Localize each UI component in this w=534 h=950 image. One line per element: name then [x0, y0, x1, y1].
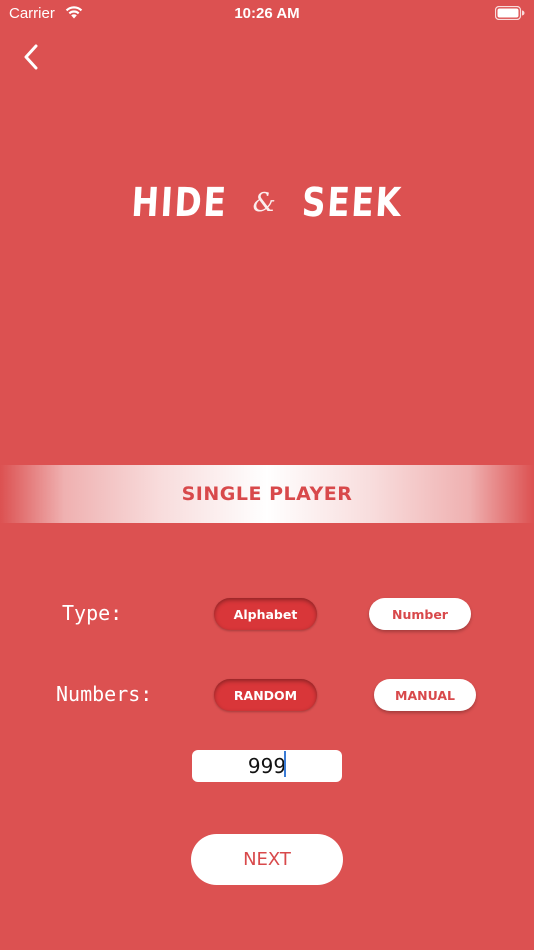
status-time: 10:26 AM	[234, 5, 300, 22]
numbers-manual-button[interactable]: MANUAL	[374, 679, 476, 711]
text-caret	[284, 751, 286, 777]
type-alphabet-button[interactable]: Alphabet	[214, 598, 317, 630]
mode-banner: SINGLE PLAYER	[0, 465, 534, 523]
numbers-random-button[interactable]: RANDOM	[214, 679, 317, 711]
back-button[interactable]	[14, 42, 48, 76]
next-button[interactable]: NEXT	[191, 834, 343, 885]
app-logo: HIDE & SEEK	[0, 180, 534, 240]
status-bar: Carrier 10:26 AM	[0, 0, 534, 28]
chevron-left-icon	[23, 44, 39, 74]
numbers-label: Numbers:	[56, 682, 153, 706]
battery-icon	[494, 5, 525, 25]
logo-word-hide: HIDE	[129, 180, 229, 226]
logo-word-seek: SEEK	[300, 180, 404, 226]
mode-title: SINGLE PLAYER	[181, 483, 353, 505]
type-number-button[interactable]: Number	[369, 598, 471, 630]
logo-ampersand: &	[252, 188, 276, 218]
type-label: Type:	[62, 601, 123, 625]
count-input[interactable]	[192, 750, 342, 782]
